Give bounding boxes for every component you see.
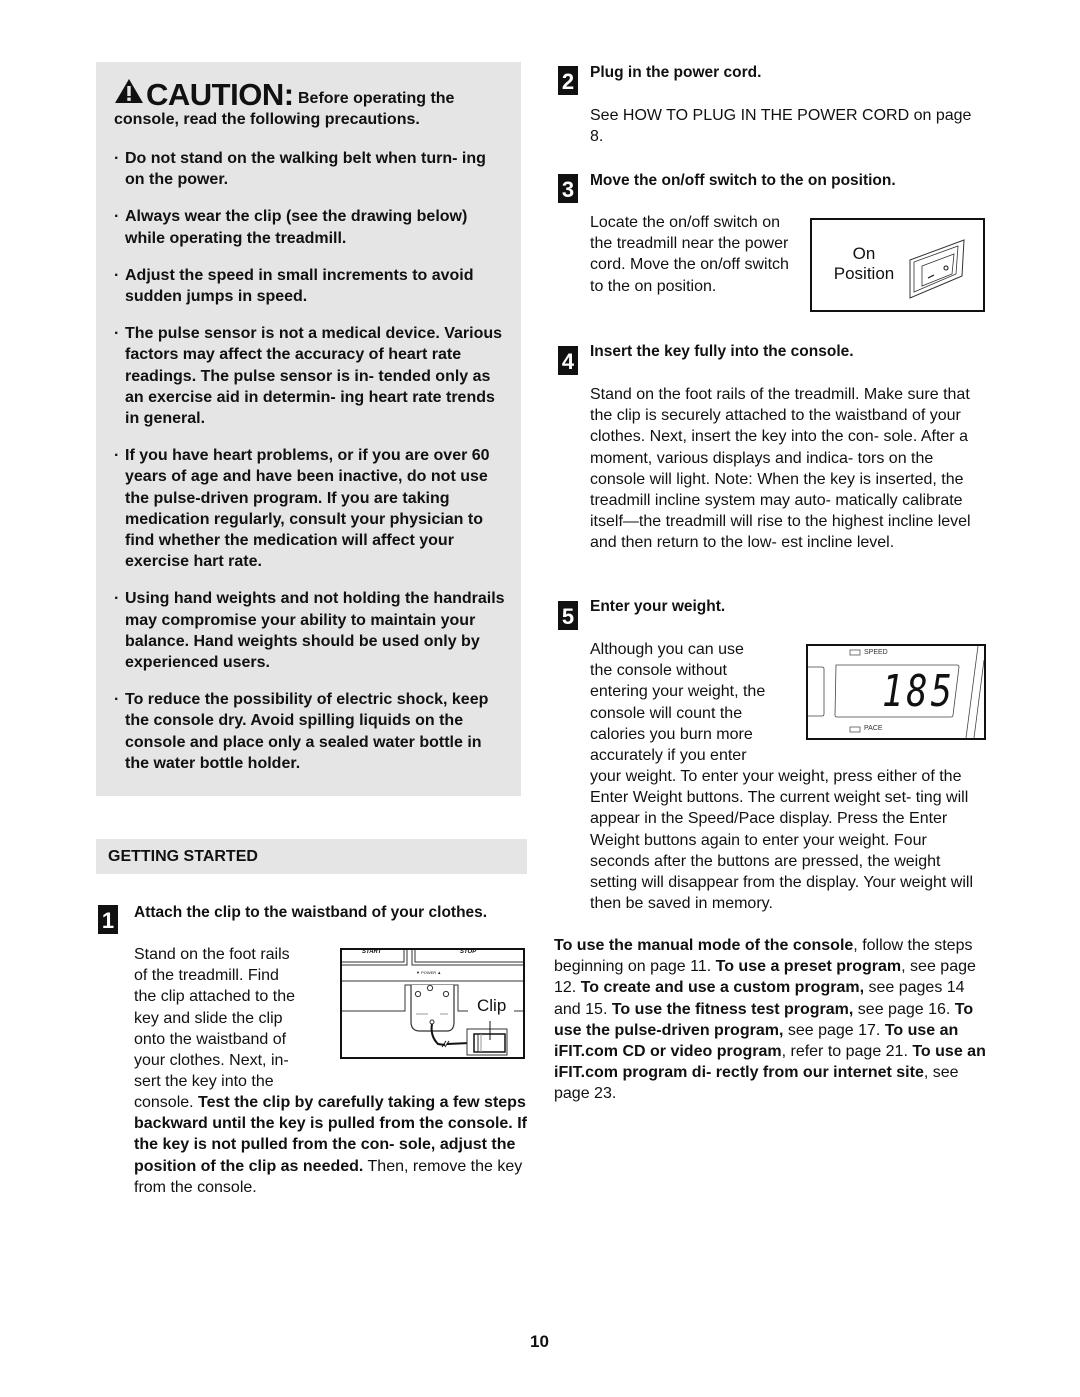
step-3-text: Locate the on/off switch on the treadmil… — [590, 214, 789, 295]
clip-callout-label: Clip — [475, 996, 509, 1016]
program-reference-bold: To use a preset program — [715, 958, 902, 976]
precaution-item: · The pulse sensor is not a medical devic… — [114, 325, 503, 428]
step-4-title: Insert the key fully into the console. — [590, 343, 854, 360]
program-reference-text: see page 17. — [783, 1021, 885, 1039]
program-reference-bold: To create and use a custom program, — [580, 979, 865, 997]
step-1-text: Stand on the foot rails of the treadmill… — [134, 946, 295, 1091]
step-number-1: 1 — [98, 905, 118, 934]
on-position-label: On Position — [833, 244, 895, 283]
step-5-text: Although you can use the console without… — [590, 641, 766, 765]
step-1-text-continued: console. Test the clip by carefully taki… — [134, 1094, 527, 1196]
step-number-4: 4 — [558, 346, 578, 375]
page-number: 10 — [530, 1332, 549, 1351]
step-2-title: Plug in the power cord. — [590, 64, 762, 81]
weight-display-figure: SPEED PACE 185 — [806, 644, 986, 740]
clip-figure: START STOP ▼ POWER ▲ Clip — [340, 948, 525, 1059]
precaution-item: · Do not stand on the walking belt when t… — [114, 150, 486, 189]
precaution-item: · Adjust the speed in small increments to… — [114, 266, 474, 306]
pace-indicator-label: PACE — [864, 725, 883, 732]
caution-heading: CAUTION: Before operating the console, r… — [114, 78, 509, 130]
step-number-2: 2 — [558, 66, 578, 95]
step-5-text-continued: your weight. To enter your weight, press… — [590, 768, 974, 913]
program-reference-bold: To use the manual mode of the console — [554, 937, 854, 954]
step-4-text: Stand on the foot rails of the treadmill… — [590, 386, 971, 552]
program-reference-bold: To use the fitness test program, — [611, 1000, 854, 1018]
program-reference-text: , refer to page 21. — [781, 1043, 913, 1061]
rocker-switch-icon — [909, 239, 965, 299]
precaution-item: · Always wear the clip (see the drawing b… — [114, 208, 468, 247]
step-number-3: 3 — [558, 174, 578, 203]
power-label: ▼ POWER ▲ — [416, 970, 442, 975]
precaution-item: · Using hand weights and not holding the … — [114, 590, 505, 672]
start-button-label: START — [362, 949, 382, 955]
weight-display-value: 185 — [882, 666, 956, 717]
program-reference-text: see page 16. — [853, 1000, 955, 1018]
speed-indicator-label: SPEED — [864, 649, 888, 656]
step-5-title: Enter your weight. — [590, 598, 726, 615]
step-3-title: Move the on/off switch to the on positio… — [590, 172, 896, 189]
warning-triangle-icon — [115, 79, 143, 103]
getting-started-heading-bar: GETTING STARTED — [96, 839, 527, 874]
step-2-text: See HOW TO PLUG IN THE POWER CORD on pag… — [590, 107, 972, 146]
on-position-figure: On Position — [810, 218, 985, 312]
step-number-5: 5 — [558, 601, 578, 630]
precaution-item: · To reduce the possibility of electric s… — [114, 691, 489, 772]
step-1-title: Attach the clip to the waistband of your… — [134, 904, 488, 921]
getting-started-heading: GETTING STARTED — [108, 848, 258, 865]
precaution-item: · If you have heart problems, or if you a… — [114, 447, 490, 571]
programs-paragraph: To use the manual mode of the console, f… — [554, 935, 986, 1105]
caution-word: CAUTION: — [146, 77, 294, 112]
stop-button-label: STOP — [460, 949, 477, 955]
caution-panel: CAUTION: Before operating the console, r… — [96, 62, 521, 796]
precaution-list: · Do not stand on the walking belt when t… — [114, 148, 509, 790]
